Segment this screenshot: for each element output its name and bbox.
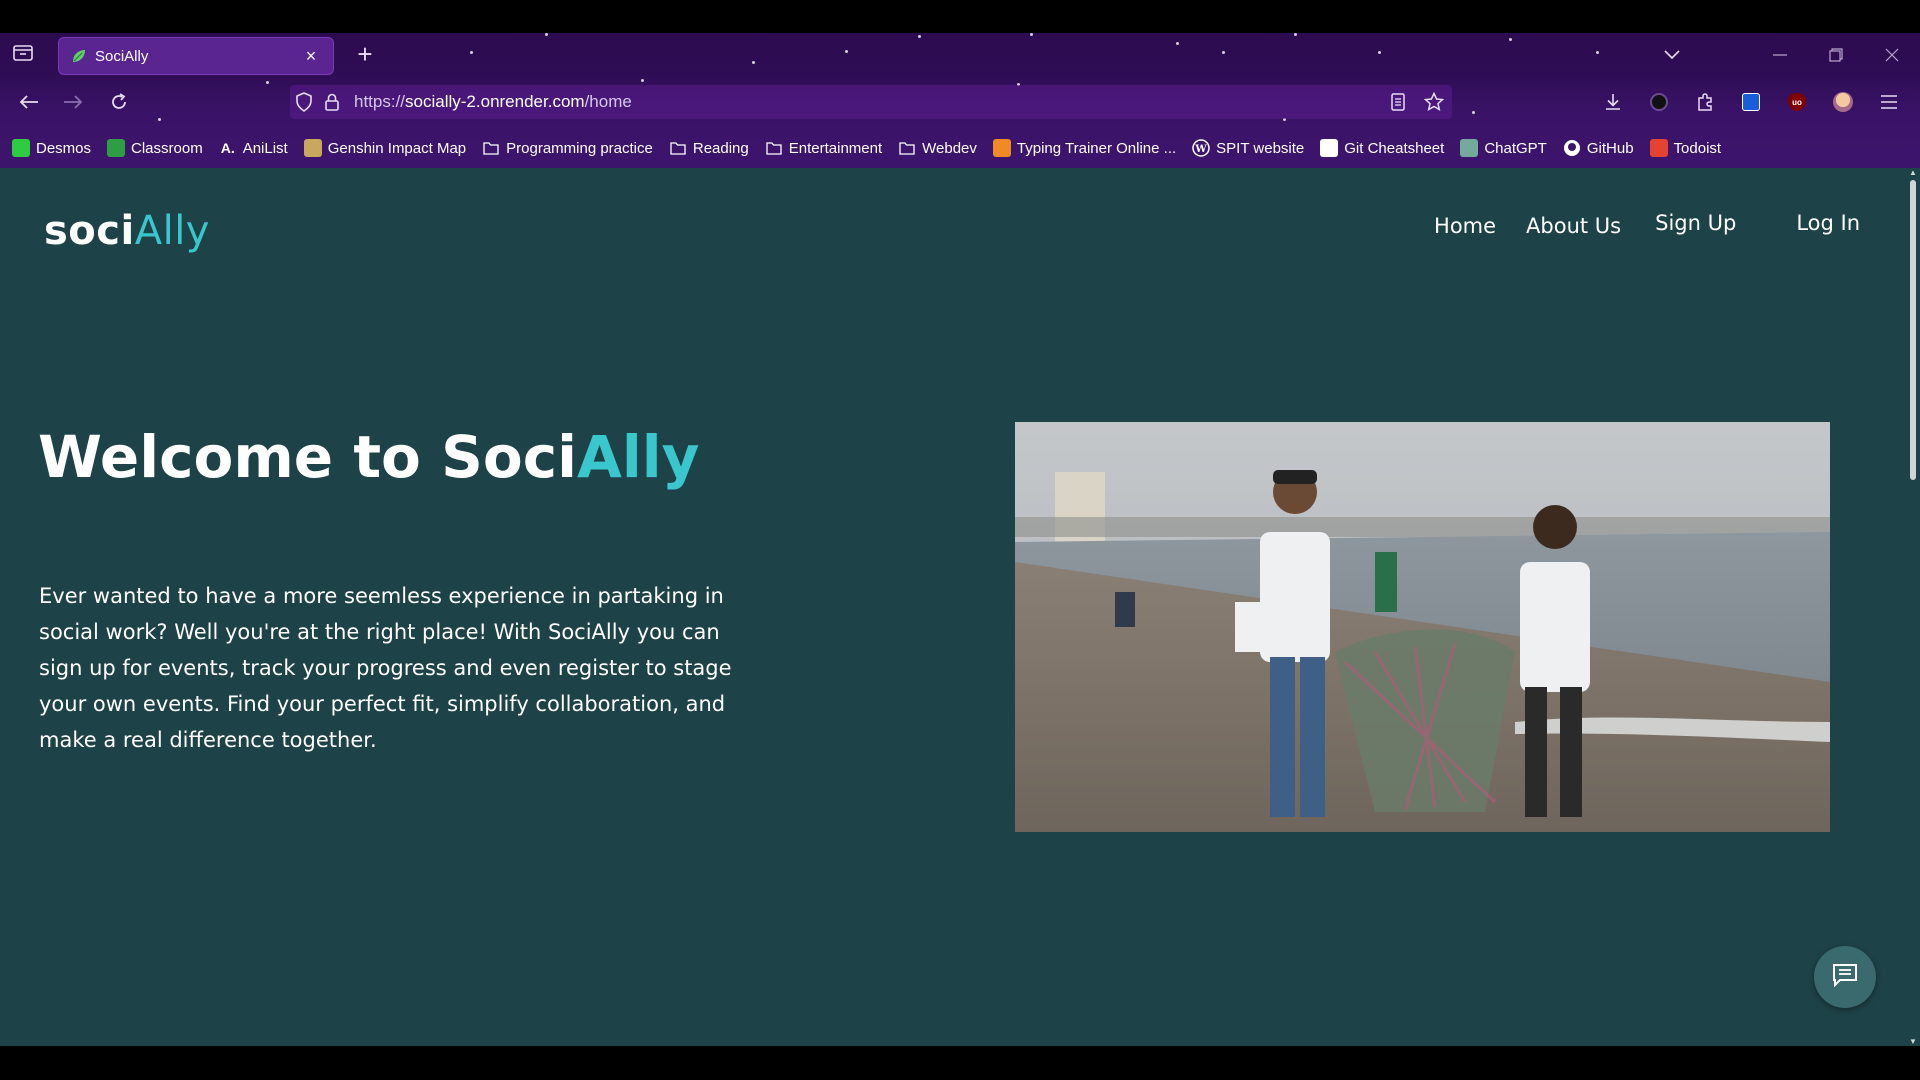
scroll-up-arrow[interactable]: ▲ — [1908, 168, 1918, 177]
nav-signup-link[interactable]: Sign Up — [1655, 211, 1736, 235]
tab-socially[interactable]: SociAlly × — [58, 37, 334, 75]
bookmark-desmos[interactable]: Desmos — [12, 139, 91, 157]
bookmark-label: Git Cheatsheet — [1344, 139, 1445, 157]
bookmarks-bar: Desmos Classroom A. AniList Genshin Impact M… — [0, 128, 1920, 168]
bookmark-label: Webdev — [922, 139, 977, 157]
svg-text:W: W — [1195, 144, 1208, 155]
reload-button[interactable] — [103, 86, 135, 118]
bookmark-webdev[interactable]: Webdev — [898, 139, 977, 157]
bookmark-label: Reading — [692, 139, 749, 157]
bookmark-label: GitHub — [1586, 139, 1634, 157]
bookmark-label: Desmos — [36, 139, 92, 157]
reader-view-icon[interactable] — [1380, 85, 1416, 119]
anilist-icon: A. — [220, 140, 235, 156]
folder-icon — [765, 139, 783, 157]
typing-icon — [992, 139, 1011, 157]
git-icon — [1320, 139, 1339, 157]
bookmark-chatgpt[interactable]: ChatGPT — [1460, 139, 1547, 157]
bookmark-todoist[interactable]: Todoist — [1649, 139, 1722, 157]
hero-title: Welcome to SociAlly — [38, 423, 700, 491]
bitwarden-icon[interactable] — [1728, 86, 1774, 118]
bookmark-label: Entertainment — [788, 139, 883, 157]
star-bookmark-icon[interactable] — [1416, 85, 1452, 119]
webpage: sociAlly Home About Us Sign Up Log In We… — [0, 168, 1920, 1046]
folder-icon — [898, 139, 916, 157]
nav-home-link[interactable]: Home — [1434, 214, 1496, 238]
url-bar[interactable]: https://socially-2.onrender.com/home — [290, 85, 1452, 119]
nav-about-link[interactable]: About Us — [1526, 214, 1621, 238]
bookmark-classroom[interactable]: Classroom — [107, 139, 203, 157]
tab-title: SociAlly — [95, 47, 149, 65]
site-logo[interactable]: sociAlly — [44, 208, 210, 254]
bookmark-entertainment[interactable]: Entertainment — [765, 139, 882, 157]
bookmark-label: AniList — [242, 139, 288, 157]
close-tab-icon[interactable]: × — [301, 46, 321, 67]
forward-button[interactable] — [57, 86, 89, 118]
tab-list-icon[interactable] — [12, 43, 34, 63]
lock-icon[interactable] — [318, 85, 346, 119]
bookmark-reading[interactable]: Reading — [669, 139, 749, 157]
bookmark-genshin-impact-map[interactable]: Genshin Impact Map — [303, 139, 467, 157]
extensions-icon[interactable] — [1682, 86, 1728, 118]
bookmark-git-cheatsheet[interactable]: Git Cheatsheet — [1320, 139, 1444, 157]
download-icon[interactable] — [1590, 86, 1636, 118]
shield-icon[interactable] — [290, 85, 318, 119]
bookmark-typing-trainer-online[interactable]: Typing Trainer Online ... — [992, 139, 1177, 157]
profile-avatar-icon[interactable] — [1820, 86, 1866, 118]
chat-button[interactable] — [1814, 946, 1876, 1008]
chat-icon — [1832, 963, 1858, 992]
bookmark-label: Genshin Impact Map — [327, 139, 467, 157]
close-window-button[interactable] — [1864, 33, 1920, 76]
hero-image-beach-cleanup — [1015, 422, 1830, 832]
leaf-icon — [71, 48, 87, 64]
bookmark-label: ChatGPT — [1484, 139, 1547, 157]
chatgpt-icon — [1460, 139, 1479, 157]
bookmark-label: Typing Trainer Online ... — [1016, 139, 1177, 157]
bookmark-programming-practice[interactable]: Programming practice — [482, 139, 653, 157]
todoist-icon — [1649, 139, 1668, 157]
classroom-icon — [107, 139, 126, 157]
url-text[interactable]: https://socially-2.onrender.com/home — [354, 92, 1380, 112]
nav-login-link[interactable]: Log In — [1796, 211, 1860, 235]
scroll-down-arrow[interactable]: ▼ — [1908, 1037, 1918, 1046]
tab-bar: SociAlly × + — [0, 33, 1920, 76]
menu-icon[interactable] — [1866, 86, 1912, 118]
site-nav: Home About Us Sign Up Log In — [1434, 208, 1860, 238]
folder-icon — [482, 139, 500, 157]
bookmark-label: Todoist — [1673, 139, 1722, 157]
bookmark-github[interactable]: GitHub — [1563, 139, 1634, 157]
folder-icon — [669, 139, 687, 157]
page-scrollbar[interactable]: ▲ ▼ — [1906, 168, 1920, 1046]
github-icon — [1563, 139, 1581, 157]
ublock-icon[interactable]: uo — [1774, 86, 1820, 118]
minimize-button[interactable] — [1752, 33, 1808, 76]
genshin-icon — [303, 139, 322, 157]
restore-button[interactable] — [1808, 33, 1864, 76]
new-tab-button[interactable]: + — [350, 39, 380, 70]
wordpress-icon: W — [1192, 139, 1210, 157]
scroll-thumb[interactable] — [1910, 180, 1916, 480]
browser-chrome: SociAlly × + https://socially-2.onrender… — [0, 33, 1920, 168]
bookmark-label: Classroom — [131, 139, 203, 157]
account-icon[interactable] — [1636, 86, 1682, 118]
bookmark-label: Programming practice — [506, 139, 653, 157]
chevron-down-icon[interactable] — [1652, 33, 1692, 76]
hero-description: Ever wanted to have a more seemless expe… — [39, 584, 732, 752]
desmos-icon — [12, 139, 30, 157]
bookmark-spit-website[interactable]: W SPIT website — [1192, 139, 1304, 157]
nav-toolbar: https://socially-2.onrender.com/home uo — [0, 76, 1920, 128]
back-button[interactable] — [13, 86, 45, 118]
bookmark-label: SPIT website — [1216, 139, 1305, 157]
bookmark-anilist[interactable]: A. AniList — [219, 139, 288, 157]
